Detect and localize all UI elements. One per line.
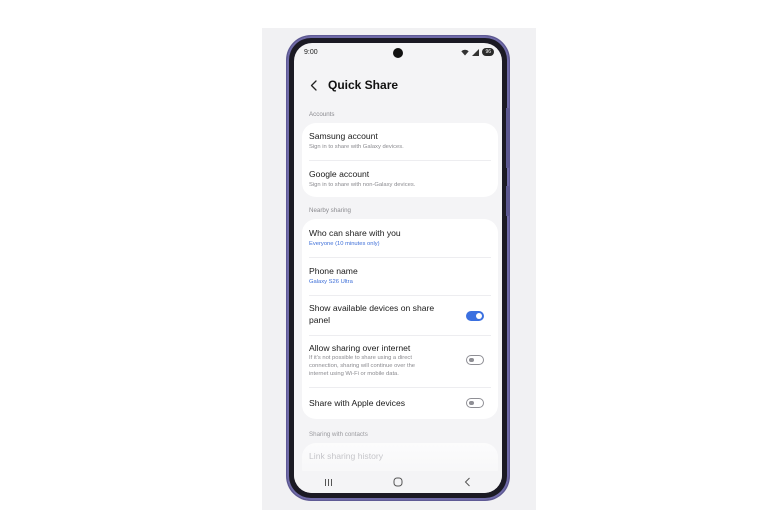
power-button [506,186,510,216]
google-account-title: Google account [309,169,370,179]
back-icon [464,477,470,487]
nearby-card: Who can share with you Everyone (10 minu… [302,219,498,419]
samsung-account-title: Samsung account [309,131,378,141]
status-time: 9:00 [304,49,318,56]
show-devices-toggle[interactable] [466,311,484,321]
who-can-share-item[interactable]: Who can share with you Everyone (10 minu… [302,219,498,257]
home-icon [393,477,403,487]
app-header: Quick Share [306,75,398,95]
back-button[interactable] [306,78,320,92]
navigation-bar [294,471,502,493]
battery-icon: 96 [482,48,494,56]
chevron-left-icon [310,79,317,91]
internet-sharing-title: Allow sharing over internet [309,343,411,353]
section-label-accounts: Accounts [309,111,335,118]
nav-back-button[interactable] [457,475,477,489]
page-title: Quick Share [328,78,399,92]
accounts-card: Samsung account Sign in to share with Ga… [302,123,498,197]
internet-sharing-desc-line3: internet using Wi-Fi or mobile data. [309,371,399,377]
phone-name-item[interactable]: Phone name Galaxy S26 Ultra [302,257,498,295]
who-can-share-title: Who can share with you [309,228,401,238]
show-devices-title-line2: panel [309,315,331,325]
home-button[interactable] [388,475,408,489]
apple-sharing-toggle[interactable] [466,398,484,408]
phone-name-value: Galaxy S26 Ultra [309,279,353,285]
recents-button[interactable] [319,475,339,489]
signal-icon [472,48,480,56]
link-sharing-history-title: Link sharing history [309,451,384,461]
status-icons: 96 [461,48,494,56]
wifi-icon [461,49,470,55]
link-sharing-history-item[interactable]: Link sharing history [302,443,498,473]
volume-button [506,108,510,168]
who-can-share-value: Everyone (10 minutes only) [309,241,380,247]
google-account-subtitle: Sign in to share with non-Galaxy devices… [309,182,416,188]
internet-sharing-desc-line2: connection, sharing will continue over t… [309,363,416,369]
toggle-knob [469,400,474,405]
front-camera [393,48,403,58]
samsung-account-subtitle: Sign in to share with Galaxy devices. [309,144,404,150]
toggle-knob [469,357,474,362]
internet-sharing-toggle[interactable] [466,355,484,365]
internet-sharing-item[interactable]: Allow sharing over internet If it's not … [302,335,498,387]
internet-sharing-desc-line1: If it's not possible to share using a di… [309,355,412,361]
toggle-knob [476,313,482,319]
section-label-nearby: Nearby sharing [309,207,351,214]
show-devices-item[interactable]: Show available devices on share panel [302,295,498,335]
samsung-account-item[interactable]: Samsung account Sign in to share with Ga… [302,123,498,160]
phone-screen: 9:00 96 Quick Share Accounts Samsung acc… [294,43,502,493]
google-account-item[interactable]: Google account Sign in to share with non… [302,160,498,197]
section-label-contacts: Sharing with contacts [309,431,368,438]
status-bar: 9:00 96 [294,43,502,63]
recents-icon [325,478,333,486]
show-devices-title-line1: Show available devices on share [309,303,435,313]
apple-sharing-title: Share with Apple devices [309,398,406,408]
phone-name-title: Phone name [309,266,358,276]
apple-sharing-item[interactable]: Share with Apple devices [302,387,498,419]
